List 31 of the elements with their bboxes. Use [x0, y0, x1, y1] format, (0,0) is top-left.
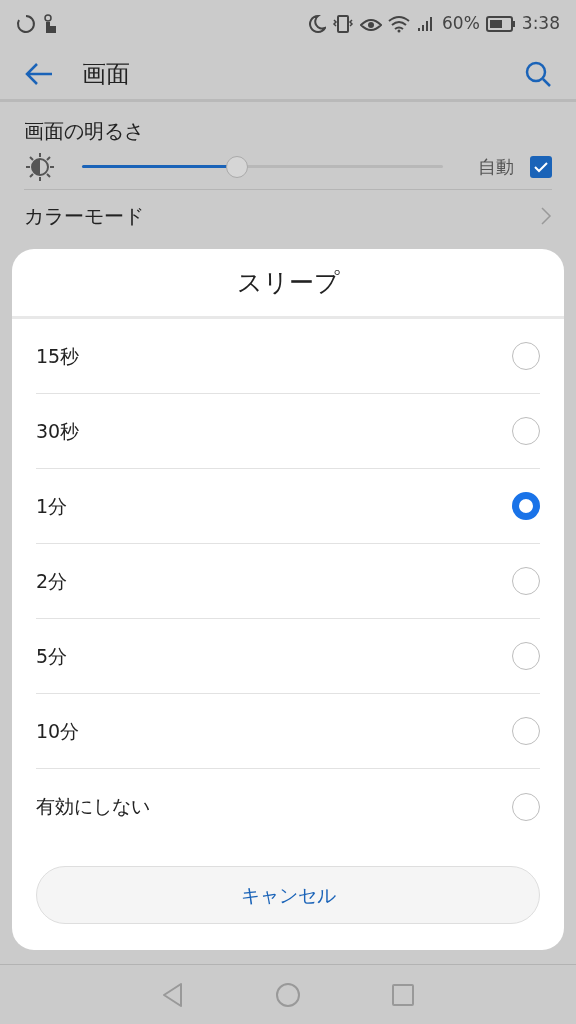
loading-icon — [16, 14, 36, 34]
clock: 3:38 — [521, 12, 560, 36]
sleep-option[interactable]: 1分 — [36, 469, 540, 544]
cancel-button[interactable]: キャンセル — [36, 866, 540, 924]
home-nav-icon[interactable] — [275, 981, 301, 1008]
battery-percent: 60% — [442, 12, 480, 36]
check-icon — [534, 160, 548, 173]
sleep-option[interactable]: 10分 — [36, 694, 540, 769]
radio-button[interactable] — [512, 492, 540, 520]
sleep-option[interactable]: 5分 — [36, 619, 540, 694]
search-icon[interactable] — [524, 59, 552, 88]
page-title: 画面 — [82, 58, 131, 90]
brightness-title: 画面の明るさ — [24, 118, 145, 145]
wifi-icon — [388, 15, 410, 33]
chevron-right-icon — [540, 206, 552, 226]
battery-icon — [485, 16, 516, 32]
moon-icon — [308, 14, 326, 34]
brightness-icon — [24, 150, 56, 183]
dialog-title: スリープ — [12, 249, 564, 319]
auto-checkbox[interactable] — [530, 155, 552, 178]
auto-label: 自動 — [478, 155, 514, 179]
sleep-option[interactable]: 有効にしない — [36, 769, 540, 844]
brightness-slider[interactable] — [82, 154, 443, 179]
vibrate-icon — [332, 14, 354, 34]
back-arrow-icon[interactable] — [24, 61, 54, 86]
sleep-option[interactable]: 2分 — [36, 544, 540, 619]
sleep-option[interactable]: 15秒 — [36, 319, 540, 394]
back-nav-icon[interactable] — [161, 981, 185, 1008]
sleep-option[interactable]: 30秒 — [36, 394, 540, 469]
setting-label[interactable]: カラーモード — [24, 201, 540, 231]
recents-nav-icon[interactable] — [391, 982, 415, 1007]
